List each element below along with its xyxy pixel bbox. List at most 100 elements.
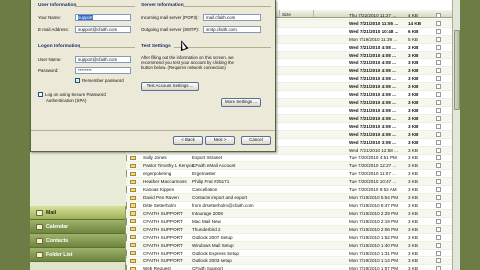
password-field[interactable]: ******** bbox=[75, 67, 131, 74]
flag-icon[interactable] bbox=[436, 195, 441, 201]
incoming-server-field[interactable]: mail.cfaith.com bbox=[203, 14, 261, 21]
flag-icon[interactable] bbox=[436, 210, 441, 216]
username-field[interactable]: support@cfaith.com bbox=[75, 56, 131, 63]
message-size: 3 KB bbox=[408, 155, 418, 161]
email-field[interactable]: support@cfaith.com bbox=[75, 26, 131, 33]
more-settings-button[interactable]: More Settings ... bbox=[221, 98, 261, 107]
outgoing-server-field[interactable]: smtp.cfaith.com bbox=[203, 26, 261, 33]
back-button[interactable]: < Back bbox=[173, 136, 203, 145]
nav-folder-list[interactable]: Folder List bbox=[30, 248, 125, 262]
flag-icon[interactable] bbox=[436, 171, 441, 177]
message-size: 3 KB bbox=[408, 179, 418, 185]
flag-icon[interactable] bbox=[436, 36, 441, 42]
message-row[interactable]: CFAITH SUPPORT Thunderbird 2 Mon 7/19/2010… bbox=[126, 225, 452, 234]
message-row[interactable]: Pastor Timothy L Kenyon CFaith eMail Acco… bbox=[126, 162, 452, 171]
flag-icon[interactable] bbox=[436, 147, 441, 153]
cancel-button[interactable]: Cancel bbox=[241, 136, 271, 145]
nav-contacts[interactable]: Contacts bbox=[30, 234, 125, 248]
message-row[interactable]: CFAITH SUPPORT Intourage 2008 Mon 7/19/201… bbox=[126, 210, 452, 218]
flag-icon[interactable] bbox=[436, 203, 441, 209]
message-size: 3 KB bbox=[408, 123, 419, 129]
flag-icon[interactable] bbox=[436, 92, 441, 98]
message-row[interactable]: CFAITH SUPPORT Windows Mail Setup Mon 7/19… bbox=[126, 241, 452, 250]
flag-icon[interactable] bbox=[436, 266, 441, 270]
flag-icon[interactable] bbox=[436, 163, 441, 169]
flag-icon[interactable] bbox=[436, 218, 441, 224]
flag-icon[interactable] bbox=[436, 258, 441, 264]
message-row[interactable]: CFAITH SUPPORT Outlook 2007 Setup Mon 7/19… bbox=[126, 234, 452, 242]
spa-checkbox[interactable]: Log on using Secure Password bbox=[38, 92, 106, 97]
remember-password-checkbox[interactable]: ✓ Remember password bbox=[75, 78, 124, 83]
message-subject: Cancellation bbox=[192, 187, 218, 193]
flag-icon[interactable] bbox=[436, 226, 441, 232]
envelope-icon bbox=[130, 258, 136, 264]
message-subject: CFaith eMail Account bbox=[192, 163, 236, 169]
message-row[interactable]: ergerpokering Ergemaster Tue 7/20/2010 11:… bbox=[126, 170, 452, 179]
flag-icon[interactable] bbox=[436, 115, 441, 121]
message-size: 3 KB bbox=[408, 68, 419, 74]
message-subject: Intourage 2008 bbox=[192, 210, 223, 216]
flag-icon[interactable] bbox=[436, 28, 441, 34]
flag-icon[interactable] bbox=[436, 76, 441, 82]
message-row[interactable]: CFAITH SUPPORT Mac Mail New Mon 7/19/2010 … bbox=[126, 218, 452, 226]
flag-icon[interactable] bbox=[436, 187, 441, 193]
test-account-settings-button[interactable]: Test Account Settings ... bbox=[141, 82, 199, 91]
envelope-icon bbox=[130, 155, 136, 161]
flag-icon[interactable] bbox=[436, 52, 441, 58]
test-note: After filling out the information on thi… bbox=[141, 55, 234, 71]
message-received: Mon 7/19/2010 1:14 PM bbox=[349, 258, 399, 264]
flag-icon[interactable] bbox=[436, 179, 441, 185]
envelope-icon bbox=[130, 203, 136, 208]
message-received: Mon 7/19/2010 1:40 PM bbox=[349, 242, 399, 248]
flag-icon[interactable] bbox=[436, 250, 441, 256]
flag-icon[interactable] bbox=[436, 139, 441, 145]
flag-icon[interactable] bbox=[436, 44, 441, 50]
flag-icon[interactable] bbox=[436, 123, 441, 129]
nav-calendar[interactable]: Calendar bbox=[30, 220, 125, 234]
message-row[interactable]: Kanoas Kippen Cancellation Tue 7/20/2010 9… bbox=[126, 186, 452, 195]
message-size: 3 KB bbox=[408, 92, 419, 98]
flag-icon[interactable] bbox=[436, 107, 441, 113]
flag-icon[interactable] bbox=[436, 20, 441, 26]
flag-icon[interactable] bbox=[436, 84, 441, 90]
message-size: 3 KB bbox=[408, 115, 419, 121]
message-row[interactable]: CFAITH SUPPORT Outlook Express Setup Mon 7… bbox=[126, 250, 452, 258]
flag-icon[interactable] bbox=[436, 234, 441, 240]
flag-icon[interactable] bbox=[436, 12, 441, 18]
envelope-icon bbox=[130, 187, 136, 192]
message-row[interactable]: CFAITH SUPPORT Outlook 2003 setup Mon 7/19… bbox=[126, 257, 452, 266]
list-scrollbar[interactable] bbox=[452, 0, 460, 270]
flag-icon[interactable] bbox=[436, 131, 441, 137]
flag-icon[interactable] bbox=[436, 68, 441, 74]
nav-mail[interactable]: Mail bbox=[30, 206, 125, 220]
message-row[interactable]: David Pen Raven Contacts import and expor… bbox=[126, 194, 452, 203]
message-size: 3 KB bbox=[408, 52, 419, 58]
user-info-title: User Information bbox=[38, 3, 77, 8]
message-row[interactable]: Ditte Setterholm from drsetterholm@cfaith… bbox=[126, 202, 452, 210]
message-size: 3 KB bbox=[408, 131, 419, 137]
message-row[interactable]: Sally Jones Export Intranet Tue 7/20/2010 … bbox=[126, 155, 452, 163]
spa-label-1: Log on using Secure Password bbox=[45, 92, 106, 97]
checkmark-icon: ✓ bbox=[75, 78, 80, 83]
username-label: User Name: bbox=[38, 57, 62, 62]
message-row[interactable]: Web Request CFaith Support Mon 7/19/2010 1… bbox=[126, 265, 452, 270]
message-subject: Outlook 2007 Setup bbox=[192, 234, 233, 240]
message-size: 3 KB bbox=[408, 44, 419, 50]
message-received: Wed 7/21/2010 4:08 ... bbox=[349, 107, 396, 113]
flag-icon[interactable] bbox=[436, 60, 441, 66]
message-subject: Ergemaster bbox=[192, 171, 216, 177]
flag-icon[interactable] bbox=[436, 155, 441, 161]
spa-label-2: Authentication (SPA) bbox=[46, 98, 87, 103]
flag-icon[interactable] bbox=[436, 100, 441, 106]
message-received: Mon 7/19/2010 8:47 PM bbox=[349, 203, 399, 209]
message-received: Wed 7/21/2010 4:08 ... bbox=[349, 60, 396, 66]
checkbox-icon bbox=[38, 92, 43, 97]
message-row[interactable]: Heather Maccarmoss Philip Frat #25171 Tue … bbox=[126, 178, 452, 187]
divider bbox=[75, 6, 135, 7]
name-field[interactable]: support bbox=[75, 14, 131, 21]
flag-icon[interactable] bbox=[436, 242, 441, 248]
message-received: Wed 7/21/2010 12:58 ... bbox=[349, 147, 398, 153]
message-received: Tue 7/20/2010 4:51 PM bbox=[349, 155, 397, 161]
next-button[interactable]: Next > bbox=[205, 136, 235, 145]
message-size: 3 KB bbox=[408, 195, 418, 201]
